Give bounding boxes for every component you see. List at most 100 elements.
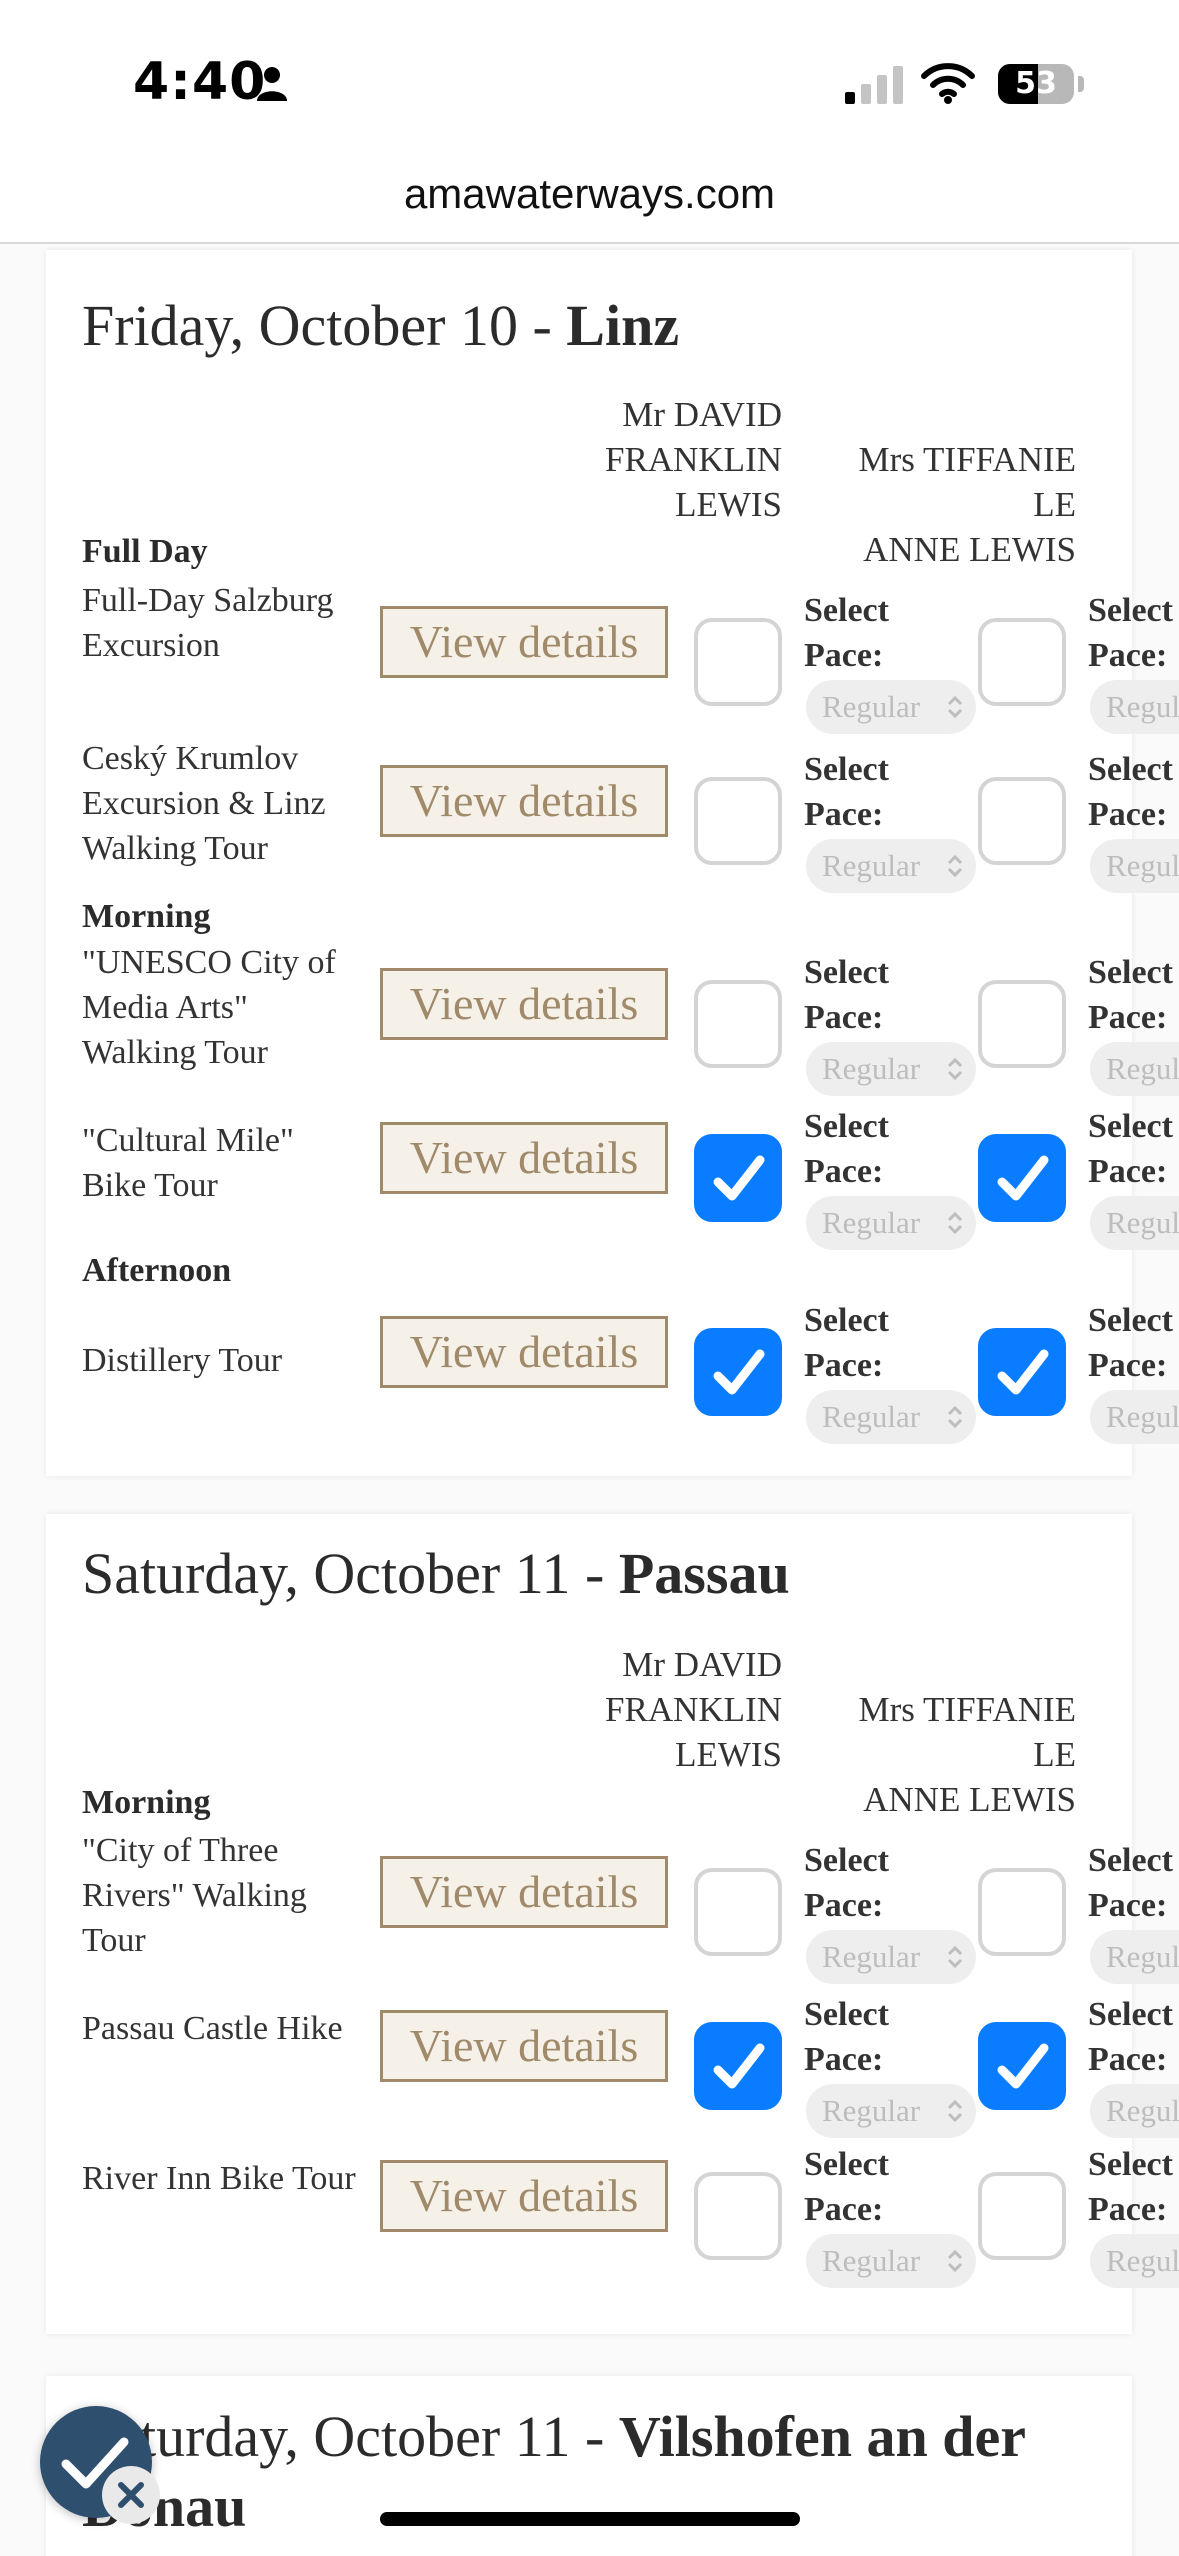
check-icon <box>997 1155 1049 1201</box>
day-card-linz: Friday, October 10 - Linz Mr DAVID FRANKL… <box>46 250 1179 1476</box>
guest-name-1: Mr DAVID FRANKLIN LEWIS <box>605 395 782 524</box>
guest-name-2: Mrs TIFFANIE LE ANNE LEWIS <box>858 440 1076 569</box>
view-details-button[interactable]: View details <box>380 1856 668 1928</box>
guest-name-2: Mrs TIFFANIE LE ANNE LEWIS <box>858 1690 1076 1819</box>
view-details-button[interactable]: View details <box>380 765 668 837</box>
chevron-updown-icon <box>947 1057 963 1081</box>
pace-select[interactable]: Regular <box>1090 2234 1179 2288</box>
tour-name: Ceský Krumlov Excursion & Linz Walking T… <box>82 740 326 867</box>
tour-name: River Inn Bike Tour <box>82 2160 356 2197</box>
check-icon <box>997 2043 1049 2089</box>
period-label: Morning <box>82 1784 211 1821</box>
checkbox-guest-1[interactable] <box>694 1868 782 1956</box>
checkbox-guest-2[interactable] <box>978 980 1066 1068</box>
checkbox-guest-2[interactable] <box>978 1134 1066 1222</box>
checkbox-guest-1[interactable] <box>694 2172 782 2260</box>
pace-select[interactable]: Regular <box>1090 1390 1179 1444</box>
battery-cap <box>1078 76 1084 92</box>
person-icon <box>257 67 287 101</box>
checkbox-guest-1[interactable] <box>694 980 782 1068</box>
pace-select[interactable]: Regular <box>806 1930 976 1984</box>
pace-label: Select Pace: <box>804 1842 889 1924</box>
tour-name: "UNESCO City of Media Arts" Walking Tour <box>82 944 336 1071</box>
tour-name: Full-Day Salzburg Excursion <box>82 582 334 664</box>
pace-label: Select Pace: <box>1088 1108 1173 1190</box>
pace-select[interactable]: Regular <box>806 839 976 893</box>
pace-select[interactable]: Regular <box>1090 2084 1179 2138</box>
period-label: Afternoon <box>82 1252 232 1289</box>
check-icon <box>997 1349 1049 1395</box>
pace-label: Select Pace: <box>804 751 889 833</box>
check-icon <box>713 2043 765 2089</box>
pace-label: Select Pace: <box>1088 1302 1173 1384</box>
status-time: 4:40 <box>133 52 267 112</box>
checkbox-guest-2[interactable] <box>978 1328 1066 1416</box>
check-icon <box>713 1349 765 1395</box>
checkbox-guest-2[interactable] <box>978 1868 1066 1956</box>
checkbox-guest-1[interactable] <box>694 1328 782 1416</box>
pace-label: Select Pace: <box>1088 751 1173 833</box>
period-label: Full Day <box>82 533 208 570</box>
day-card-passau: Saturday, October 11 - Passau Mr DAVID FR… <box>46 1514 1179 2334</box>
chevron-updown-icon <box>947 1945 963 1969</box>
pace-label: Select Pace: <box>804 954 889 1036</box>
pace-select[interactable]: Regular <box>806 1042 976 1096</box>
day-title: Saturday, October 11 - Passau <box>82 1541 790 1606</box>
checkbox-guest-2[interactable] <box>978 618 1066 706</box>
pace-select[interactable]: Regular <box>1090 1196 1179 1250</box>
pace-select[interactable]: Regular <box>1090 1042 1179 1096</box>
pace-label: Select Pace: <box>1088 954 1173 1036</box>
pace-label: Select Pace: <box>804 592 889 674</box>
tour-name: "City of Three Rivers" Walking Tour <box>82 1832 307 1959</box>
chevron-updown-icon <box>947 2249 963 2273</box>
tour-name: "Cultural Mile" Bike Tour <box>82 1122 294 1204</box>
pace-select[interactable]: Regular <box>806 680 976 734</box>
checkbox-guest-1[interactable] <box>694 1134 782 1222</box>
pace-select[interactable]: Regular <box>806 2234 976 2288</box>
url-domain[interactable]: amawaterways.com <box>0 170 1179 218</box>
check-icon <box>713 1155 765 1201</box>
pace-select[interactable]: Regular <box>1090 839 1179 893</box>
view-details-button[interactable]: View details <box>380 2010 668 2082</box>
view-details-button[interactable]: View details <box>380 1122 668 1194</box>
status-bar: 4:40 53 <box>0 0 1179 160</box>
tour-name: Distillery Tour <box>82 1342 283 1379</box>
selection-badge-button[interactable] <box>40 2406 160 2524</box>
checkbox-guest-2[interactable] <box>978 2172 1066 2260</box>
pace-label: Select Pace: <box>1088 2146 1173 2228</box>
checkbox-guest-1[interactable] <box>694 2022 782 2110</box>
view-details-button[interactable]: View details <box>380 606 668 678</box>
pace-label: Select Pace: <box>804 2146 889 2228</box>
pace-label: Select Pace: <box>1088 1996 1173 2078</box>
page-content[interactable]: Friday, October 10 - Linz Mr DAVID FRANKL… <box>0 244 1179 2556</box>
view-details-button[interactable]: View details <box>380 1316 668 1388</box>
chevron-updown-icon <box>947 2099 963 2123</box>
close-icon[interactable] <box>102 2466 160 2524</box>
pace-select[interactable]: Regular <box>806 2084 976 2138</box>
view-details-button[interactable]: View details <box>380 968 668 1040</box>
period-label: Morning <box>82 898 211 935</box>
pace-label: Select Pace: <box>1088 592 1173 674</box>
chevron-updown-icon <box>947 1405 963 1429</box>
home-indicator[interactable] <box>380 2512 800 2526</box>
signal-icon <box>845 66 903 104</box>
pace-select[interactable]: Regular <box>806 1390 976 1444</box>
day-card-vilshofen: Saturday, October 11 - Vilshofen an der … <box>46 2376 1132 2556</box>
pace-label: Select Pace: <box>804 1108 889 1190</box>
chevron-updown-icon <box>947 1211 963 1235</box>
checkbox-guest-2[interactable] <box>978 2022 1066 2110</box>
battery-percent: 53 <box>1015 66 1057 101</box>
checkbox-guest-1[interactable] <box>694 777 782 865</box>
tour-name: Passau Castle Hike <box>82 2010 343 2047</box>
pace-select[interactable]: Regular <box>806 1196 976 1250</box>
pace-select[interactable]: Regular <box>1090 680 1179 734</box>
checkbox-guest-1[interactable] <box>694 618 782 706</box>
view-details-button[interactable]: View details <box>380 2160 668 2232</box>
pace-label: Select Pace: <box>804 1302 889 1384</box>
pace-select[interactable]: Regular <box>1090 1930 1179 1984</box>
url-bar[interactable]: amawaterways.com <box>0 160 1179 244</box>
battery-indicator: 53 <box>998 64 1074 104</box>
day-title: Friday, October 10 - Linz <box>82 293 680 358</box>
chevron-updown-icon <box>947 695 963 719</box>
checkbox-guest-2[interactable] <box>978 777 1066 865</box>
